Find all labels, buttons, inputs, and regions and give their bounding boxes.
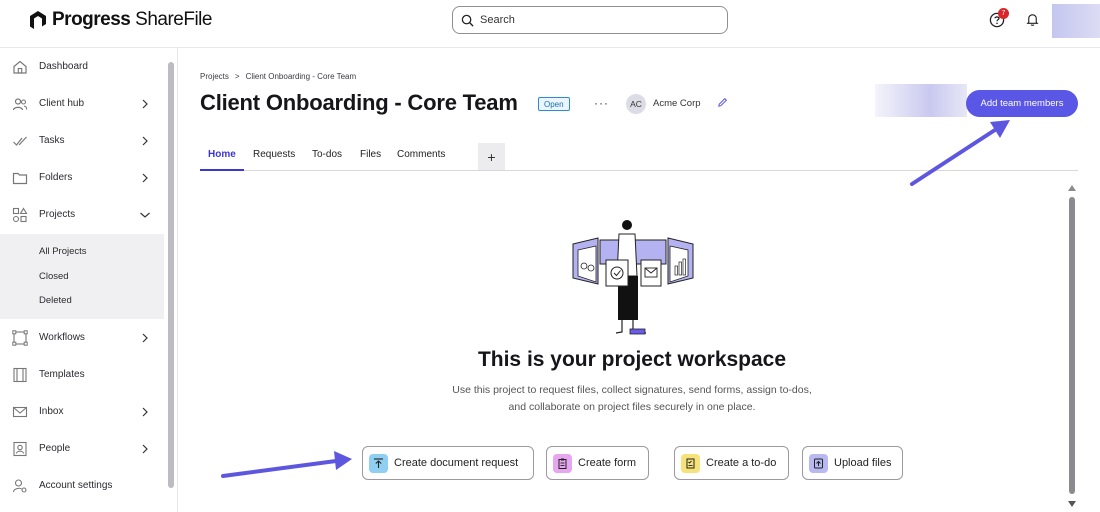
action-label: Create document request (394, 457, 519, 469)
bell-icon[interactable] (1025, 12, 1040, 27)
shapes-icon (12, 206, 28, 222)
sidebar-item-templates[interactable]: Templates (0, 356, 164, 393)
search-box[interactable] (452, 6, 728, 34)
scroll-down-icon[interactable] (1067, 500, 1077, 508)
more-options-button[interactable]: ··· (594, 96, 609, 110)
chevron-right-icon (142, 333, 148, 342)
template-icon (13, 367, 27, 382)
folder-icon (12, 172, 28, 184)
notification-badge: 7 (998, 8, 1009, 19)
breadcrumb-separator: > (234, 72, 240, 81)
sidebar-item-inbox[interactable]: Inbox (0, 393, 164, 430)
main-scrollbar-thumb[interactable] (1069, 197, 1075, 494)
chevron-right-icon (142, 407, 148, 416)
progress-logo-icon (30, 11, 46, 29)
mail-icon (12, 406, 28, 417)
sidebar-item-label: Inbox (39, 406, 64, 417)
add-tab-button[interactable]: + (478, 143, 505, 170)
person-icon (13, 441, 27, 456)
project-tabs: Home Requests To-dos Files Comments (200, 143, 1078, 171)
projects-submenu: All Projects Closed Deleted (0, 234, 164, 319)
top-bar: Progress ShareFile 7 (0, 0, 1100, 48)
tab-home[interactable]: Home (208, 149, 236, 160)
add-team-members-button[interactable]: Add team members (966, 90, 1078, 117)
action-label: Create form (578, 457, 637, 469)
sidebar-subitem-all-projects[interactable]: All Projects (39, 246, 87, 257)
pencil-icon[interactable] (717, 97, 728, 108)
tab-requests[interactable]: Requests (253, 149, 295, 160)
sidebar-item-folders[interactable]: Folders (0, 159, 164, 196)
sidebar-subitem-deleted[interactable]: Deleted (39, 295, 72, 306)
settings-icon (12, 478, 27, 493)
workspace-illustration (572, 220, 694, 335)
create-form-button[interactable]: Create form (546, 446, 649, 480)
sidebar-item-account-settings[interactable]: Account settings (0, 467, 164, 504)
active-tab-indicator (200, 169, 244, 171)
users-icon (12, 97, 28, 110)
workspace-description: Use this project to request files, colle… (452, 384, 812, 413)
sidebar-item-label: People (39, 443, 71, 454)
sidebar-item-label: Workflows (39, 332, 85, 343)
sidebar-item-label: Client hub (39, 98, 85, 109)
sidebar-item-label: Tasks (39, 135, 65, 146)
sidebar-item-projects[interactable]: Projects (0, 196, 164, 233)
search-input[interactable] (480, 14, 710, 26)
search-icon (461, 14, 474, 27)
scroll-up-icon[interactable] (1067, 184, 1077, 192)
status-badge: Open (538, 97, 570, 111)
action-label: Create a to-do (706, 457, 777, 469)
chevron-down-icon (140, 212, 150, 218)
sidebar-item-label: Projects (39, 209, 76, 220)
workspace-heading: This is your project workspace (477, 348, 787, 371)
tab-files[interactable]: Files (360, 149, 381, 160)
sidebar-item-dashboard[interactable]: Dashboard (0, 48, 164, 85)
chevron-right-icon (142, 173, 148, 182)
upload-files-button[interactable]: Upload files (802, 446, 903, 480)
create-to-do-button[interactable]: Create a to-do (674, 446, 789, 480)
app-logo[interactable]: Progress ShareFile (28, 9, 212, 31)
user-avatar[interactable] (1052, 4, 1100, 38)
sidebar-scrollbar-thumb[interactable] (168, 62, 174, 488)
checklist-icon (681, 453, 700, 473)
client-avatar: AC (626, 94, 646, 114)
sidebar-item-label: Account settings (39, 480, 113, 491)
brand-name: Progress ShareFile (52, 9, 212, 30)
team-member-avatars (875, 84, 967, 117)
create-document-request-button[interactable]: Create document request (362, 446, 534, 480)
sidebar-item-label: Folders (39, 172, 73, 183)
sidebar-item-people[interactable]: People (0, 430, 164, 467)
home-icon (13, 60, 27, 74)
sidebar-item-label: Dashboard (39, 61, 88, 72)
workflow-icon (12, 329, 28, 346)
check-icon (13, 136, 27, 146)
arrow-to-document-request (221, 451, 352, 478)
sidebar-item-client-hub[interactable]: Client hub (0, 85, 164, 122)
tab-comments[interactable]: Comments (397, 149, 445, 160)
sidebar-subitem-closed[interactable]: Closed (39, 271, 69, 282)
file-upload-icon (809, 453, 828, 473)
page-title: Client Onboarding - Core Team (200, 90, 518, 115)
chevron-right-icon (142, 136, 148, 145)
action-label: Upload files (834, 457, 892, 469)
sidebar-item-label: Templates (39, 369, 85, 380)
chevron-right-icon (142, 444, 148, 453)
breadcrumb-projects-link[interactable]: Projects (200, 72, 229, 81)
clipboard-icon (553, 453, 572, 473)
chevron-right-icon (142, 99, 148, 108)
upload-icon (369, 453, 388, 473)
sidebar-item-tasks[interactable]: Tasks (0, 122, 164, 159)
breadcrumb: Projects > Client Onboarding - Core Team (200, 72, 356, 81)
sidebar: Dashboard Client hub Tasks Folders Proje… (0, 48, 178, 512)
client-name[interactable]: Acme Corp (653, 98, 701, 109)
breadcrumb-current: Client Onboarding - Core Team (245, 72, 357, 81)
tab-to-dos[interactable]: To-dos (312, 149, 342, 160)
sidebar-item-workflows[interactable]: Workflows (0, 319, 164, 356)
